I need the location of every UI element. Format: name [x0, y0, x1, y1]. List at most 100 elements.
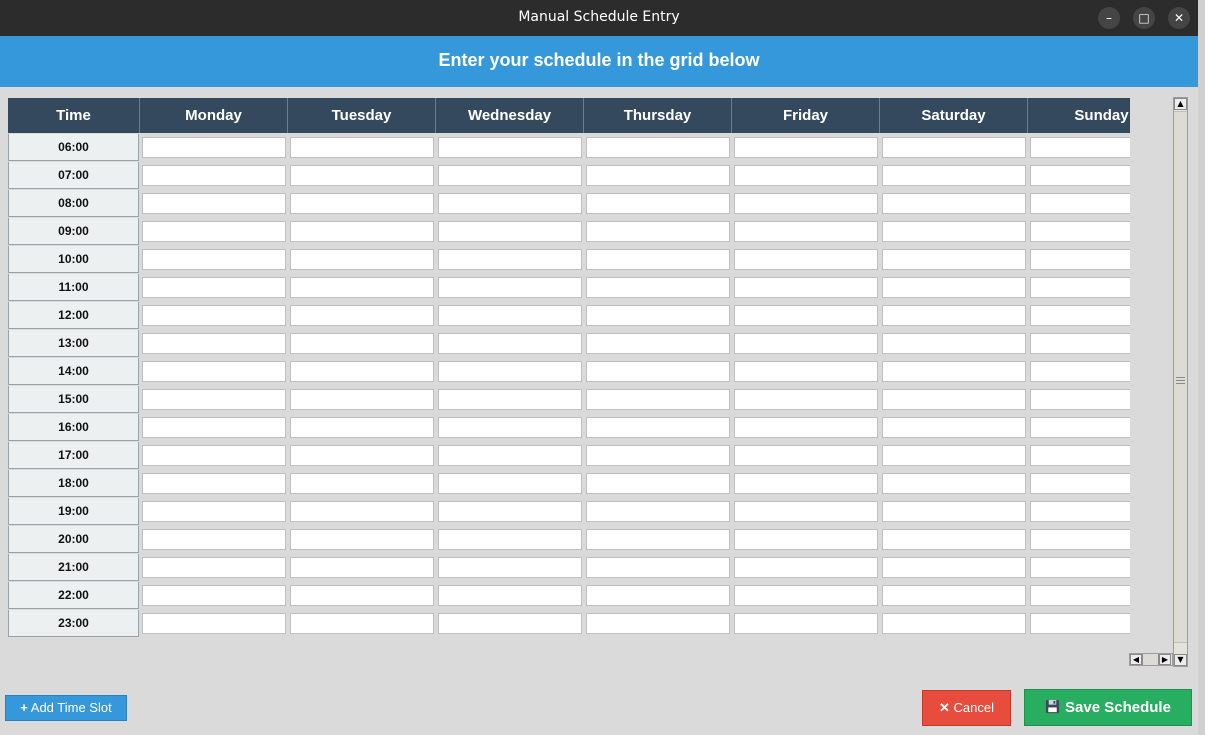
schedule-cell-sunday[interactable] [1030, 221, 1130, 242]
schedule-cell-tuesday[interactable] [290, 529, 434, 550]
schedule-cell-wednesday[interactable] [438, 361, 582, 382]
schedule-cell-sunday[interactable] [1030, 557, 1130, 578]
schedule-cell-thursday[interactable] [586, 305, 730, 326]
schedule-cell-sunday[interactable] [1030, 137, 1130, 158]
schedule-cell-thursday[interactable] [586, 137, 730, 158]
schedule-cell-tuesday[interactable] [290, 165, 434, 186]
schedule-cell-thursday[interactable] [586, 473, 730, 494]
schedule-cell-friday[interactable] [734, 165, 878, 186]
schedule-cell-monday[interactable] [142, 165, 286, 186]
schedule-cell-saturday[interactable] [882, 305, 1026, 326]
schedule-cell-sunday[interactable] [1030, 305, 1130, 326]
schedule-cell-monday[interactable] [142, 557, 286, 578]
schedule-cell-friday[interactable] [734, 473, 878, 494]
schedule-cell-wednesday[interactable] [438, 221, 582, 242]
schedule-cell-friday[interactable] [734, 445, 878, 466]
schedule-cell-saturday[interactable] [882, 361, 1026, 382]
schedule-cell-saturday[interactable] [882, 473, 1026, 494]
schedule-cell-friday[interactable] [734, 277, 878, 298]
schedule-cell-friday[interactable] [734, 137, 878, 158]
schedule-cell-wednesday[interactable] [438, 473, 582, 494]
schedule-cell-monday[interactable] [142, 417, 286, 438]
schedule-cell-saturday[interactable] [882, 557, 1026, 578]
schedule-cell-sunday[interactable] [1030, 389, 1130, 410]
schedule-cell-thursday[interactable] [586, 417, 730, 438]
schedule-cell-monday[interactable] [142, 249, 286, 270]
schedule-cell-monday[interactable] [142, 585, 286, 606]
schedule-cell-tuesday[interactable] [290, 249, 434, 270]
schedule-cell-saturday[interactable] [882, 501, 1026, 522]
maximize-button[interactable]: □ [1133, 7, 1155, 29]
schedule-cell-tuesday[interactable] [290, 277, 434, 298]
schedule-cell-thursday[interactable] [586, 445, 730, 466]
schedule-cell-wednesday[interactable] [438, 529, 582, 550]
vertical-scroll-thumb[interactable] [1174, 111, 1187, 643]
schedule-cell-thursday[interactable] [586, 501, 730, 522]
schedule-cell-saturday[interactable] [882, 585, 1026, 606]
schedule-cell-wednesday[interactable] [438, 501, 582, 522]
schedule-cell-sunday[interactable] [1030, 193, 1130, 214]
scroll-right-arrow-icon[interactable]: ▶ [1159, 654, 1171, 665]
schedule-cell-tuesday[interactable] [290, 501, 434, 522]
schedule-cell-monday[interactable] [142, 613, 286, 634]
schedule-cell-wednesday[interactable] [438, 333, 582, 354]
schedule-cell-tuesday[interactable] [290, 305, 434, 326]
schedule-cell-monday[interactable] [142, 221, 286, 242]
schedule-cell-thursday[interactable] [586, 193, 730, 214]
schedule-cell-friday[interactable] [734, 361, 878, 382]
schedule-cell-monday[interactable] [142, 333, 286, 354]
schedule-cell-sunday[interactable] [1030, 165, 1130, 186]
minimize-button[interactable]: – [1098, 7, 1120, 29]
schedule-cell-friday[interactable] [734, 389, 878, 410]
schedule-cell-thursday[interactable] [586, 557, 730, 578]
scroll-up-arrow-icon[interactable]: ▲ [1174, 98, 1187, 110]
schedule-cell-thursday[interactable] [586, 529, 730, 550]
schedule-cell-thursday[interactable] [586, 613, 730, 634]
schedule-cell-thursday[interactable] [586, 249, 730, 270]
scroll-down-arrow-icon[interactable]: ▼ [1174, 654, 1187, 666]
schedule-cell-sunday[interactable] [1030, 473, 1130, 494]
schedule-cell-tuesday[interactable] [290, 445, 434, 466]
schedule-cell-saturday[interactable] [882, 389, 1026, 410]
schedule-cell-sunday[interactable] [1030, 361, 1130, 382]
schedule-cell-sunday[interactable] [1030, 501, 1130, 522]
schedule-cell-wednesday[interactable] [438, 137, 582, 158]
schedule-cell-sunday[interactable] [1030, 277, 1130, 298]
schedule-cell-monday[interactable] [142, 473, 286, 494]
schedule-cell-monday[interactable] [142, 389, 286, 410]
horizontal-scroll-thumb[interactable] [1142, 654, 1159, 665]
add-time-slot-button[interactable]: + Add Time Slot [5, 695, 127, 721]
save-schedule-button[interactable]: Save Schedule [1024, 689, 1192, 726]
schedule-cell-sunday[interactable] [1030, 529, 1130, 550]
schedule-cell-saturday[interactable] [882, 529, 1026, 550]
schedule-cell-tuesday[interactable] [290, 585, 434, 606]
schedule-cell-sunday[interactable] [1030, 613, 1130, 634]
schedule-cell-wednesday[interactable] [438, 585, 582, 606]
schedule-cell-wednesday[interactable] [438, 613, 582, 634]
schedule-cell-wednesday[interactable] [438, 165, 582, 186]
schedule-cell-tuesday[interactable] [290, 473, 434, 494]
schedule-cell-tuesday[interactable] [290, 221, 434, 242]
vertical-scrollbar[interactable]: ▲ ▼ [1173, 97, 1188, 667]
schedule-cell-thursday[interactable] [586, 221, 730, 242]
schedule-cell-tuesday[interactable] [290, 193, 434, 214]
schedule-cell-sunday[interactable] [1030, 585, 1130, 606]
schedule-cell-monday[interactable] [142, 361, 286, 382]
schedule-cell-wednesday[interactable] [438, 445, 582, 466]
schedule-cell-saturday[interactable] [882, 137, 1026, 158]
schedule-cell-saturday[interactable] [882, 277, 1026, 298]
schedule-cell-friday[interactable] [734, 305, 878, 326]
schedule-cell-wednesday[interactable] [438, 417, 582, 438]
schedule-cell-friday[interactable] [734, 557, 878, 578]
schedule-cell-sunday[interactable] [1030, 417, 1130, 438]
schedule-cell-wednesday[interactable] [438, 193, 582, 214]
schedule-cell-thursday[interactable] [586, 389, 730, 410]
schedule-cell-thursday[interactable] [586, 585, 730, 606]
scroll-left-arrow-icon[interactable]: ◀ [1130, 654, 1142, 665]
schedule-cell-friday[interactable] [734, 417, 878, 438]
schedule-cell-thursday[interactable] [586, 165, 730, 186]
schedule-cell-wednesday[interactable] [438, 277, 582, 298]
schedule-cell-sunday[interactable] [1030, 333, 1130, 354]
schedule-cell-wednesday[interactable] [438, 557, 582, 578]
schedule-cell-friday[interactable] [734, 501, 878, 522]
